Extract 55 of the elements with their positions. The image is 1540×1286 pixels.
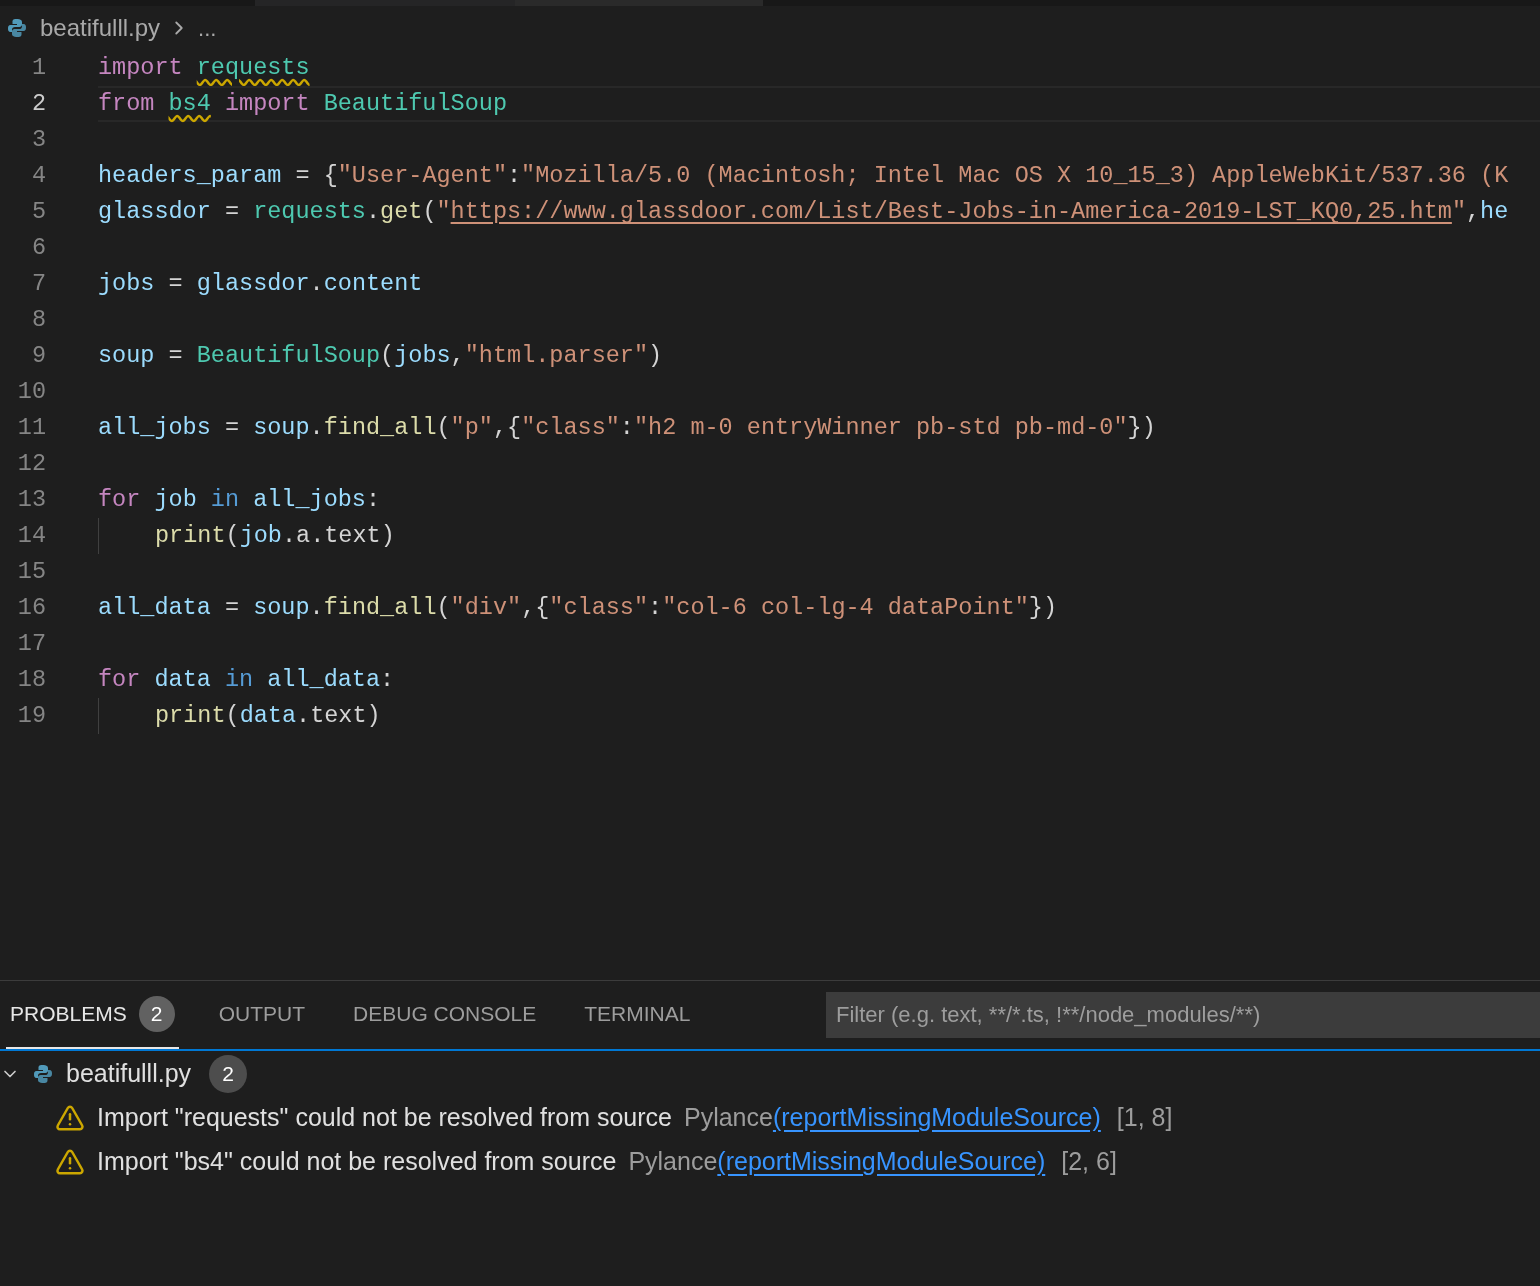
problem-code-link[interactable]: (reportMissingModuleSource): [772, 1099, 1101, 1137]
code-line: for data in all_data:: [98, 665, 395, 696]
code-line: glassdor = requests.get("https://www.glassdoor.com/List/Best-Jobs-in-America-2019-LST_KQ0,25.htm",he: [98, 197, 1509, 228]
code-line: print(job.a.text): [155, 521, 395, 552]
problem-message[interactable]: Import "bs4" could not be resolved from source: [97, 1143, 617, 1181]
line-number: 3: [30, 125, 46, 156]
problem-message[interactable]: Import "requests" could not be resolved from source: [97, 1099, 672, 1137]
code-line: all_data = soup.find_all("div",{"class":"col-6 col-lg-4 dataPoint"}): [98, 593, 1058, 624]
line-number: 8: [30, 305, 46, 336]
indent-guide: [98, 518, 99, 554]
code-line: jobs = glassdor.content: [98, 269, 423, 300]
problem-source: Pylance: [628, 1146, 718, 1178]
code-line: soup = BeautifulSoup(jobs,"html.parser"): [98, 341, 663, 372]
code-line: headers_param = {"User-Agent":"Mozilla/5.0 (Macintosh; Intel Mac OS X 10_15_3) AppleWebKit/537.36 (K: [98, 161, 1509, 192]
warning-icon: [55, 1147, 85, 1177]
count-badge: 2: [138, 996, 175, 1032]
python-file-icon: [32, 1063, 54, 1085]
problem-source: Pylance: [683, 1102, 773, 1134]
breadcrumb-item[interactable]: ...: [198, 11, 217, 45]
indent-guide: [98, 698, 99, 734]
problem-position: [2, 6]: [1061, 1146, 1117, 1178]
code-line: from bs4 import BeautifulSoup: [98, 89, 507, 120]
line-number: 9: [30, 341, 46, 372]
problem-code-link[interactable]: (reportMissingModuleSource): [717, 1143, 1046, 1181]
line-number: 14: [16, 521, 46, 552]
line-number: 16: [16, 593, 46, 624]
line-number: 19: [16, 701, 46, 732]
line-number: 5: [30, 197, 46, 228]
line-number: 11: [16, 413, 46, 444]
line-number: 7: [30, 269, 46, 300]
line-number: 4: [30, 161, 46, 192]
python-file-icon: [6, 17, 28, 39]
panel-tab[interactable]: OUTPUT: [218, 981, 306, 1049]
line-number: 17: [16, 629, 46, 660]
line-number: 15: [16, 557, 46, 588]
line-number: 12: [16, 449, 46, 480]
line-number: 13: [16, 485, 46, 516]
problem-position: [1, 8]: [1116, 1102, 1173, 1134]
warning-icon: [55, 1103, 85, 1133]
line-number: 10: [16, 377, 46, 408]
code-line: for job in all_jobs:: [98, 485, 381, 516]
breadcrumb-item[interactable]: beatifulll.py: [40, 10, 161, 46]
line-number: 1: [30, 53, 46, 84]
panel-tab[interactable]: DEBUG CONSOLE: [353, 981, 537, 1049]
line-number: 18: [16, 665, 46, 696]
panel-tab[interactable]: TERMINAL: [584, 981, 691, 1049]
line-number: 2: [30, 89, 46, 120]
code-line: import requests: [98, 53, 310, 84]
code-line: print(data.text): [155, 701, 381, 732]
line-number: 6: [30, 233, 46, 264]
code-line: all_jobs = soup.find_all("p",{"class":"h2 m-0 entryWinner pb-std pb-md-0"}): [98, 413, 1156, 444]
file-name[interactable]: beatifulll.py: [66, 1055, 192, 1093]
panel-tab[interactable]: PROBLEMS 2: [6, 981, 179, 1049]
filter-field[interactable]: Filter (e.g. text, **/*.ts, !**/node_modules/**): [826, 992, 1540, 1038]
count-badge: 2: [209, 1055, 248, 1093]
